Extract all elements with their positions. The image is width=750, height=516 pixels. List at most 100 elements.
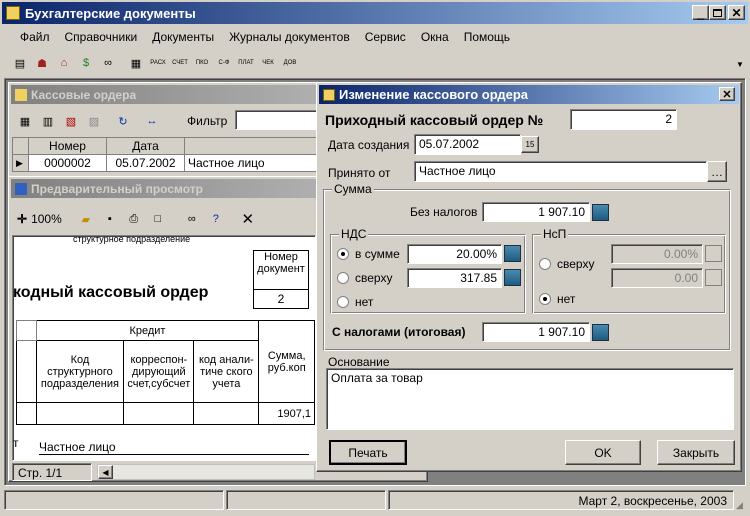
order-number-field[interactable]: 2	[570, 109, 677, 130]
add-icon[interactable]: ▦	[15, 111, 35, 131]
menu-file[interactable]: Файл	[20, 30, 50, 48]
vat-in-sum-radio[interactable]	[337, 248, 349, 260]
registry-icon[interactable]: ▤	[10, 53, 30, 73]
vat-in-sum-field[interactable]: 20.00%	[407, 244, 502, 264]
nsp-none-label: нет	[557, 292, 576, 306]
maximize-button[interactable]	[709, 5, 726, 20]
preview-toolbar: ✛ 100% ▰ ▪ ⎙ □ ∞ ? ✕	[17, 209, 258, 229]
money-icon[interactable]: $	[76, 53, 96, 73]
nsp-none-radio[interactable]	[539, 293, 551, 305]
dialog-title: Изменение кассового ордера	[339, 87, 529, 102]
bank-icon[interactable]: ⌂	[54, 53, 74, 73]
row-pointer-icon: ▶	[12, 154, 29, 172]
date-field[interactable]: 05.07.2002	[414, 134, 521, 155]
main-toolbar: ▤ ☗ ⌂ $ ∞ ▦ РАСХ СЧЕТ ПКО С-Ф ПЛАТ ЧЕК Д…	[10, 52, 300, 74]
calendar-icon[interactable]: 15	[521, 136, 539, 153]
close-preview-icon[interactable]: ✕	[238, 209, 258, 229]
menu-service[interactable]: Сервис	[365, 30, 406, 48]
print-icon[interactable]: ⎙	[124, 209, 144, 229]
doc-title: кодный кассовый ордер	[13, 284, 209, 301]
print-button[interactable]: Печать	[329, 440, 407, 465]
vat-over-radio[interactable]	[337, 272, 349, 284]
column-date[interactable]: Дата	[106, 137, 185, 155]
invoice-doc-icon[interactable]: СЧЕТ	[170, 53, 190, 73]
nsp-percent-field[interactable]: 0.00%	[611, 244, 703, 264]
nsp-amount-field[interactable]: 0.00	[611, 268, 703, 288]
menu-windows[interactable]: Окна	[421, 30, 449, 48]
menu-journals[interactable]: Журналы документов	[229, 30, 350, 48]
doc-number-value: 2	[253, 289, 309, 309]
toolbar-chevron-icon[interactable]: ▼	[736, 60, 744, 69]
received-from-field[interactable]: Частное лицо	[414, 161, 707, 182]
vat-group-label: НДС	[339, 227, 369, 241]
menu-documents[interactable]: Документы	[152, 30, 214, 48]
menu-references[interactable]: Справочники	[65, 30, 138, 48]
status-panel-middle	[226, 490, 386, 510]
no-tax-field[interactable]: 1 907.10	[482, 202, 590, 222]
help-icon[interactable]: ?	[206, 209, 226, 229]
sf-doc-icon[interactable]: С-Ф	[214, 53, 234, 73]
people-icon[interactable]: ☗	[32, 53, 52, 73]
edit-cash-order-dialog: Изменение кассового ордера ✕ Приходный к…	[316, 82, 742, 472]
close-app-button[interactable]: ✕	[728, 5, 745, 20]
preview-window-icon	[15, 182, 27, 195]
from-value: Частное лицо	[39, 440, 309, 455]
dialog-close-button[interactable]: ✕	[719, 87, 735, 101]
col-corr-account: корреспон-дирующий счет,субсчет	[123, 340, 195, 403]
find-icon[interactable]: ∞	[182, 209, 202, 229]
edit-icon[interactable]: ▥	[38, 111, 58, 131]
cell-number[interactable]: 0000002	[28, 154, 107, 172]
minimize-icon: _	[697, 5, 704, 20]
maximize-icon	[713, 8, 722, 17]
fit-width-icon[interactable]: ↔	[142, 111, 162, 131]
total-field[interactable]: 1 907.10	[482, 322, 590, 342]
nsp-group: НсП сверху 0.00% 0.00 нет	[532, 227, 726, 314]
copy-icon[interactable]: ▨	[84, 111, 104, 131]
rash-doc-icon[interactable]: РАСХ	[148, 53, 168, 73]
delete-icon[interactable]: ▧	[61, 111, 81, 131]
menu-help[interactable]: Помощь	[464, 30, 510, 48]
calculator-icon	[705, 245, 722, 262]
calculator-icon[interactable]	[592, 204, 609, 221]
horizontal-scrollbar[interactable]: ◀	[97, 464, 315, 480]
nsp-over-radio[interactable]	[539, 258, 551, 270]
calculator-icon[interactable]	[504, 269, 521, 286]
browse-button[interactable]: …	[707, 161, 727, 182]
vat-none-label: нет	[355, 295, 374, 309]
resize-grip-icon[interactable]: ◢	[736, 500, 743, 511]
open-icon[interactable]: ▰	[76, 209, 96, 229]
dialog-title-bar: Изменение кассового ордера	[319, 85, 739, 104]
zoom-icon[interactable]: ✛	[17, 212, 27, 226]
page-indicator: Стр. 1/1	[12, 463, 92, 481]
from-label: т	[13, 436, 19, 450]
close-icon: ✕	[731, 5, 742, 20]
scroll-left-icon[interactable]: ◀	[98, 465, 113, 479]
basis-textarea[interactable]: Оплата за товар	[326, 368, 734, 430]
document-icon[interactable]: ▦	[126, 53, 146, 73]
cash-orders-toolbar: ▦ ▥ ▧ ▨ ↻ ↔	[15, 111, 162, 131]
close-button[interactable]: Закрыть	[657, 440, 735, 465]
vat-over-field[interactable]: 317.85	[407, 268, 502, 288]
app-title-bar: Бухгалтерские документы	[2, 2, 748, 24]
payment-doc-icon[interactable]: ПЛАТ	[236, 53, 256, 73]
cash-orders-icon	[15, 88, 27, 101]
preview-title: Предварительный просмотр	[31, 181, 203, 196]
zoom-level[interactable]: 100%	[31, 212, 62, 226]
pko-doc-icon[interactable]: ПКО	[192, 53, 212, 73]
basis-label: Основание	[328, 355, 390, 369]
refresh-icon[interactable]: ↻	[113, 111, 133, 131]
cell-date[interactable]: 05.07.2002	[106, 154, 185, 172]
minimize-button[interactable]: _	[692, 5, 709, 20]
proxy-doc-icon[interactable]: ДОВ	[280, 53, 300, 73]
calculator-icon[interactable]	[592, 324, 609, 341]
binoculars-icon[interactable]: ∞	[98, 53, 118, 73]
vat-none-radio[interactable]	[337, 296, 349, 308]
ok-button[interactable]: OK	[565, 440, 641, 465]
date-label: Дата создания	[328, 138, 410, 152]
calculator-icon[interactable]	[504, 245, 521, 262]
sum-group: Сумма Без налогов 1 907.10 НДС в сумме 2…	[323, 182, 731, 351]
new-page-icon[interactable]: □	[148, 209, 168, 229]
column-number[interactable]: Номер	[28, 137, 107, 155]
check-doc-icon[interactable]: ЧЕК	[258, 53, 278, 73]
save-icon[interactable]: ▪	[100, 209, 120, 229]
